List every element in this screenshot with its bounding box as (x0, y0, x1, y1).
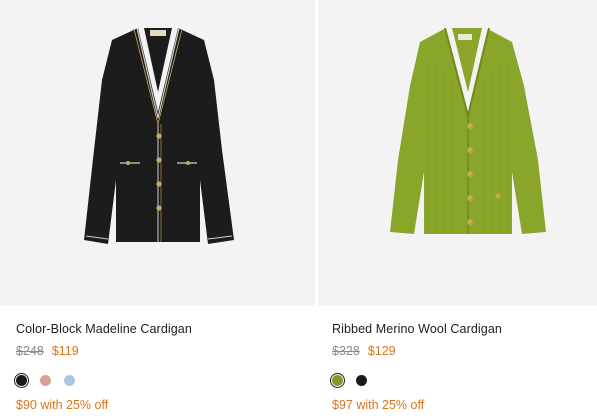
original-price: $328 (332, 344, 360, 358)
product-grid: Color-Block Madeline Cardigan $248 $119 $… (0, 0, 597, 420)
swatch-black[interactable] (356, 375, 367, 386)
swatch-light-blue[interactable] (64, 375, 75, 386)
green-cardigan-image (390, 27, 546, 234)
black-cardigan-image (84, 27, 234, 244)
swatch-black[interactable] (13, 372, 30, 389)
swatch-green[interactable] (329, 372, 346, 389)
color-swatches (13, 372, 75, 389)
original-price: $248 (16, 344, 44, 358)
promo-price: $97 with 25% off (332, 398, 425, 412)
product-card[interactable]: Color-Block Madeline Cardigan $248 $119 $… (0, 0, 315, 420)
product-title[interactable]: Ribbed Merino Wool Cardigan (332, 322, 502, 336)
promo-price: $90 with 25% off (16, 398, 109, 412)
product-card[interactable]: Ribbed Merino Wool Cardigan $328 $129 $97… (318, 0, 597, 420)
sale-price: $129 (367, 344, 396, 358)
product-prices: $248 $119 (16, 344, 79, 358)
sale-price: $119 (51, 344, 79, 358)
product-image[interactable] (318, 0, 597, 306)
swatch-pink[interactable] (40, 375, 51, 386)
product-prices: $328 $129 (332, 344, 396, 358)
color-swatches (329, 372, 367, 389)
product-title[interactable]: Color-Block Madeline Cardigan (16, 322, 192, 336)
product-image[interactable] (0, 0, 315, 306)
